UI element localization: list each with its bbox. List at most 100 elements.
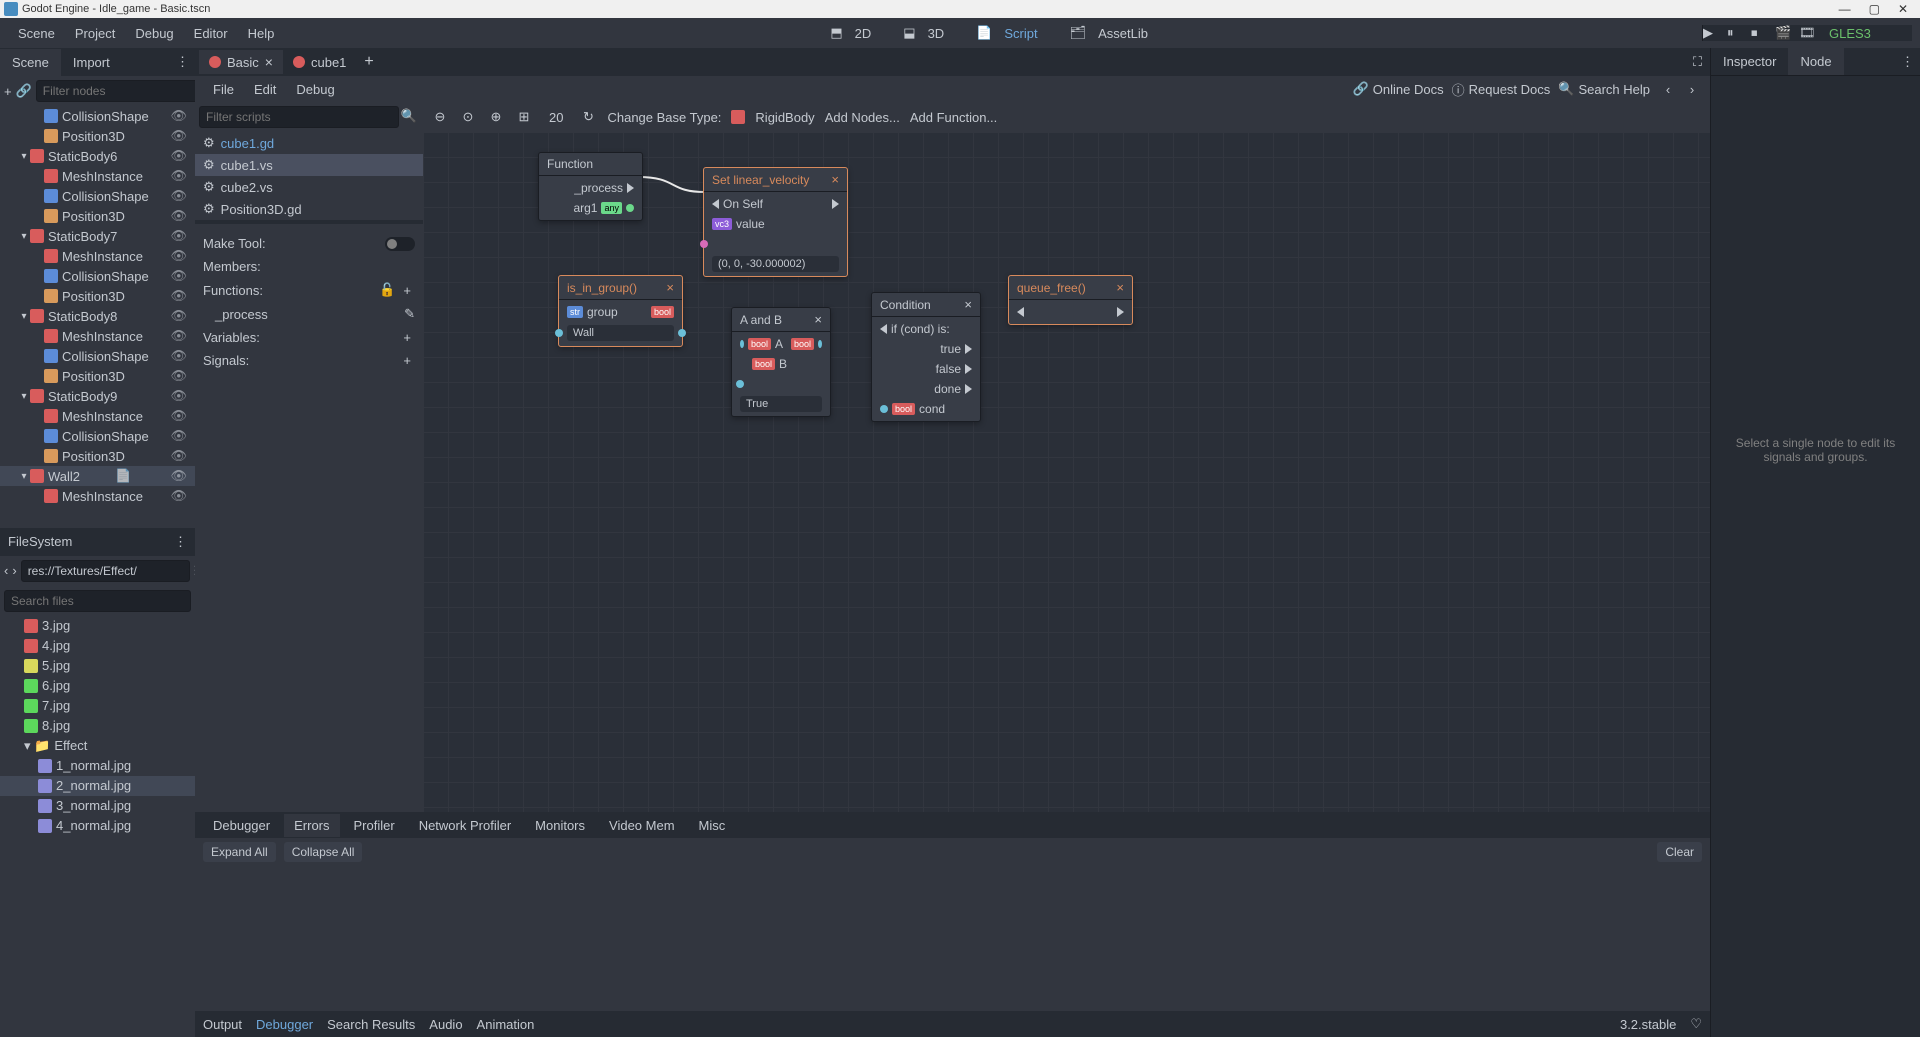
fs-item[interactable]: 7.jpg	[0, 696, 195, 716]
filter-nodes-input[interactable]	[36, 80, 205, 102]
fs-item[interactable]: 4_normal.jpg	[0, 816, 195, 836]
status-output[interactable]: Output	[203, 1017, 242, 1032]
tree-item[interactable]: ▾Wall2📄👁	[0, 466, 195, 486]
script-item[interactable]: ⚙cube2.vs	[195, 176, 423, 198]
signals-add-button[interactable]: +	[399, 353, 415, 368]
variables-add-button[interactable]: +	[399, 330, 415, 345]
add-nodes-button[interactable]: Add Nodes...	[825, 110, 900, 125]
snap-button[interactable]: ⊞	[515, 108, 533, 126]
close-button[interactable]: ✕	[1898, 2, 1908, 16]
tree-item[interactable]: Position3D👁	[0, 366, 195, 386]
filter-scripts-input[interactable]	[199, 106, 399, 128]
fs-search-input[interactable]	[4, 590, 191, 612]
play-custom-button[interactable]: 🎞	[1799, 25, 1815, 41]
data-in-port[interactable]	[700, 240, 708, 248]
script-menu-edit[interactable]: Edit	[244, 82, 286, 97]
menu-help[interactable]: Help	[238, 26, 285, 41]
close-tab-icon[interactable]: ×	[265, 54, 273, 70]
status-animation[interactable]: Animation	[477, 1017, 535, 1032]
scene-tree[interactable]: CollisionShape👁Position3D👁▾StaticBody6👁M…	[0, 106, 195, 528]
heart-icon[interactable]: ♡	[1690, 1016, 1702, 1032]
data-in-port[interactable]	[736, 380, 744, 388]
menu-debug[interactable]: Debug	[125, 26, 183, 41]
fs-item[interactable]: 4.jpg	[0, 636, 195, 656]
fs-item[interactable]: 3.jpg	[0, 616, 195, 636]
btab-profiler[interactable]: Profiler	[344, 814, 405, 837]
stop-button[interactable]: ⏹	[1751, 25, 1767, 41]
pause-button[interactable]: ⏸	[1727, 25, 1743, 41]
workspace-3d[interactable]: ⬓ 3D	[895, 18, 960, 49]
add-node-button[interactable]: +	[4, 81, 12, 101]
flow-out-port[interactable]	[832, 199, 839, 209]
collapse-all-button[interactable]: Collapse All	[284, 842, 363, 862]
node-function[interactable]: Function _process arg1any	[538, 152, 643, 221]
nav-forward-button[interactable]: ›	[1682, 79, 1702, 99]
close-node-icon[interactable]: ×	[814, 312, 822, 327]
tree-item[interactable]: MeshInstance👁	[0, 406, 195, 426]
search-help-button[interactable]: 🔍 Search Help	[1558, 80, 1650, 99]
play-button[interactable]: ▶	[1703, 25, 1719, 41]
tree-item[interactable]: Position3D👁	[0, 126, 195, 146]
node-set-linear-velocity[interactable]: Set linear_velocity× On Self vc3value (0…	[703, 167, 848, 277]
editor-tab-basic[interactable]: Basic ×	[199, 50, 283, 74]
filesystem-list[interactable]: 3.jpg4.jpg5.jpg6.jpg7.jpg8.jpg▾ 📁Effect1…	[0, 616, 195, 1037]
zoom-reset-button[interactable]: ⊙	[459, 108, 477, 126]
fs-item[interactable]: 8.jpg	[0, 716, 195, 736]
node-condition[interactable]: Condition× if (cond) is: true false done…	[871, 292, 981, 422]
tree-item[interactable]: MeshInstance👁	[0, 326, 195, 346]
workspace-2d[interactable]: ⬒ 2D	[822, 18, 887, 49]
node-is-in-group[interactable]: is_in_group()× strgroupbool Wall	[558, 275, 683, 347]
functions-override-button[interactable]: 🔓	[375, 282, 399, 298]
link-button[interactable]: 🔗	[16, 81, 32, 101]
clear-button[interactable]: Clear	[1657, 842, 1702, 862]
btab-debugger[interactable]: Debugger	[203, 814, 280, 837]
btab-network-profiler[interactable]: Network Profiler	[409, 814, 521, 837]
flow-out-port[interactable]	[627, 183, 634, 193]
menu-editor[interactable]: Editor	[184, 26, 238, 41]
btab-misc[interactable]: Misc	[689, 814, 736, 837]
tree-item[interactable]: ▾StaticBody6👁	[0, 146, 195, 166]
add-tab-button[interactable]: +	[356, 53, 381, 71]
node-queue-free[interactable]: queue_free()×	[1008, 275, 1133, 325]
status-audio[interactable]: Audio	[429, 1017, 462, 1032]
flow-in-port[interactable]	[880, 324, 887, 334]
tab-scene[interactable]: Scene	[0, 49, 61, 76]
request-docs-button[interactable]: ⓘ Request Docs	[1452, 80, 1551, 99]
tree-item[interactable]: MeshInstance👁	[0, 246, 195, 266]
zoom-value[interactable]: 20	[543, 110, 569, 125]
dock-menu-icon[interactable]: ⋮	[1895, 54, 1920, 70]
flow-out-port[interactable]	[965, 344, 972, 354]
tree-item[interactable]: CollisionShape👁	[0, 426, 195, 446]
function-edit-icon[interactable]: ✎	[404, 306, 415, 322]
flow-in-port[interactable]	[712, 199, 719, 209]
online-docs-button[interactable]: 🔗 Online Docs	[1353, 80, 1444, 99]
tree-item[interactable]: ▾StaticBody7👁	[0, 226, 195, 246]
zoom-out-button[interactable]: ⊖	[431, 108, 449, 126]
status-debugger[interactable]: Debugger	[256, 1017, 313, 1032]
search-icon[interactable]: 🔍	[399, 106, 419, 126]
zoom-in-button[interactable]: ⊕	[487, 108, 505, 126]
tree-item[interactable]: Position3D👁	[0, 286, 195, 306]
data-in-port[interactable]	[880, 405, 888, 413]
close-node-icon[interactable]: ×	[1116, 280, 1124, 295]
fs-item[interactable]: 6.jpg	[0, 676, 195, 696]
tab-node[interactable]: Node	[1788, 48, 1843, 75]
close-node-icon[interactable]: ×	[666, 280, 674, 295]
vector-value[interactable]: (0, 0, -30.000002)	[712, 256, 839, 272]
fs-back-button[interactable]: ‹	[4, 561, 8, 581]
bool-value[interactable]: True	[740, 396, 822, 412]
fs-item[interactable]: 2_normal.jpg	[0, 776, 195, 796]
editor-tab-cube1[interactable]: cube1	[283, 51, 356, 74]
refresh-button[interactable]: ↻	[579, 108, 597, 126]
add-function-button[interactable]: Add Function...	[910, 110, 997, 125]
base-type-button[interactable]: RigidBody	[755, 110, 814, 125]
data-in-port[interactable]	[740, 340, 744, 348]
tree-item[interactable]: Position3D👁	[0, 206, 195, 226]
filesystem-menu-icon[interactable]: ⋮	[174, 534, 187, 550]
close-node-icon[interactable]: ×	[964, 297, 972, 312]
script-item[interactable]: ⚙cube1.gd	[195, 132, 423, 154]
renderer-selector[interactable]: GLES3	[1823, 26, 1877, 41]
tree-item[interactable]: Position3D👁	[0, 446, 195, 466]
tab-import[interactable]: Import	[61, 49, 122, 76]
data-out-port[interactable]	[678, 329, 686, 337]
